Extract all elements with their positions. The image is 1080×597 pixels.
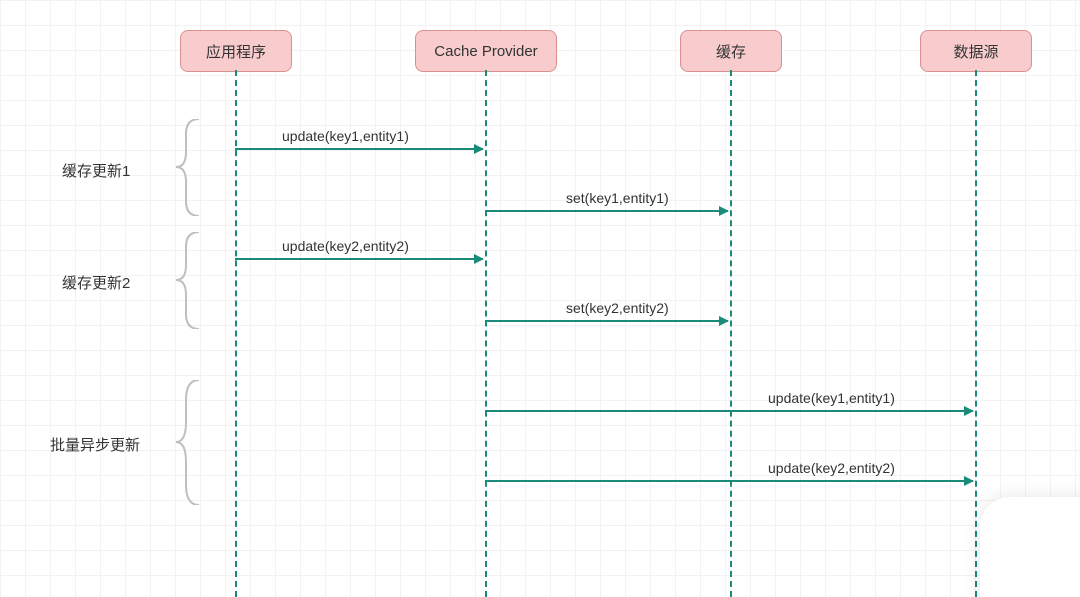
actor-label: Cache Provider <box>434 43 537 60</box>
actor-cache-provider: Cache Provider <box>415 30 557 72</box>
actor-data-source: 数据源 <box>920 30 1032 72</box>
group-label-cache-update-2: 缓存更新2 <box>62 272 130 293</box>
actor-label: 数据源 <box>953 41 998 62</box>
lifeline-cache-provider <box>485 70 487 597</box>
group-label-batch-async: 批量异步更新 <box>50 434 140 455</box>
msg-set-key1-to-cache: set(key1,entity1) <box>566 190 669 206</box>
actor-cache: 缓存 <box>680 30 782 72</box>
msg-set-key2-to-cache: set(key2,entity2) <box>566 300 669 316</box>
brace-group-3 <box>176 380 206 505</box>
brace-group-1 <box>176 119 206 216</box>
actor-label: 应用程序 <box>206 41 266 62</box>
msg-update-key1-to-source: update(key1,entity1) <box>768 390 895 406</box>
arrow-update-key1-to-provider <box>235 148 483 150</box>
msg-update-key1-to-provider: update(key1,entity1) <box>282 128 409 144</box>
msg-update-key2-to-provider: update(key2,entity2) <box>282 238 409 254</box>
msg-update-key2-to-source: update(key2,entity2) <box>768 460 895 476</box>
arrow-update-key2-to-source <box>485 480 973 482</box>
arrow-update-key1-to-source <box>485 410 973 412</box>
arrow-set-key2-to-cache <box>485 320 728 322</box>
actor-label: 缓存 <box>716 41 746 62</box>
group-label-cache-update-1: 缓存更新1 <box>62 160 130 181</box>
arrow-update-key2-to-provider <box>235 258 483 260</box>
arrow-set-key1-to-cache <box>485 210 728 212</box>
lifeline-cache <box>730 70 732 597</box>
actor-application: 应用程序 <box>180 30 292 72</box>
lifeline-data-source <box>975 70 977 597</box>
brace-group-2 <box>176 232 206 329</box>
